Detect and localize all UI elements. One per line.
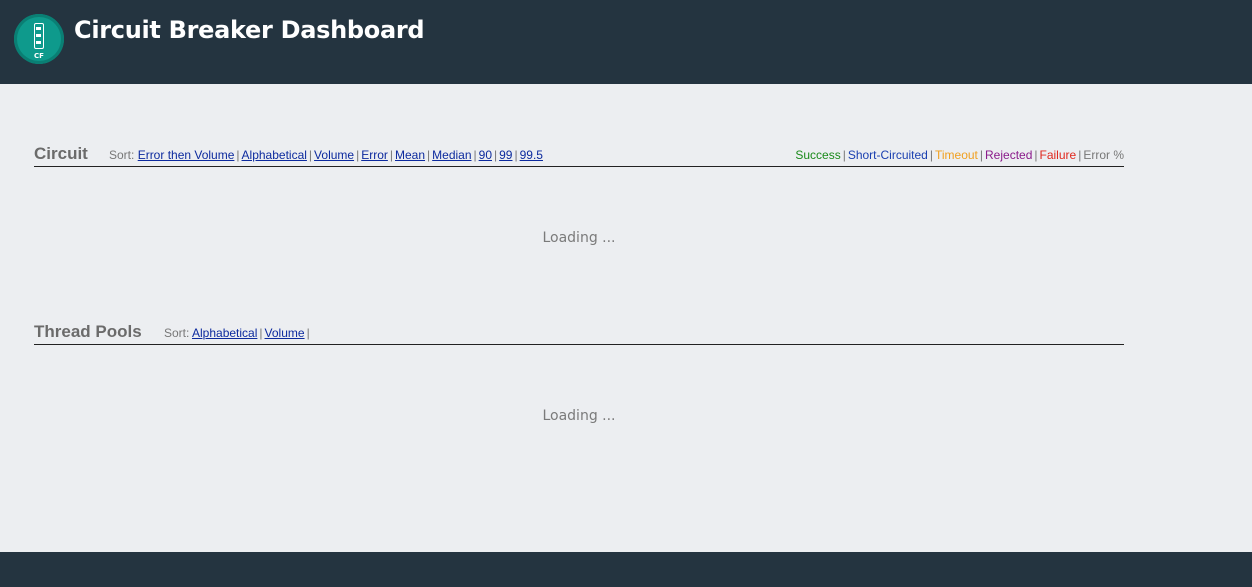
legend-error-percent: Error %: [1083, 148, 1124, 162]
footer-bar: [0, 552, 1252, 587]
header-bar: CF Circuit Breaker Dashboard: [0, 0, 1252, 84]
legend-failure: Failure: [1039, 148, 1077, 162]
circuit-loading-text: Loading ...: [542, 230, 616, 246]
sort-alphabetical-link[interactable]: Alphabetical: [242, 148, 307, 162]
thread-pools-section-header: Thread Pools Sort: Alphabetical | Volume |: [34, 320, 1124, 345]
sort-error-link[interactable]: Error: [361, 148, 388, 162]
sort-99-5-link[interactable]: 99.5: [520, 148, 543, 162]
circuit-section-header: Circuit Sort: Error then Volume | Alphabet…: [34, 142, 1124, 167]
sort-label: Sort:: [164, 326, 190, 340]
logo-icon: CF: [14, 14, 64, 64]
sort-median-link[interactable]: Median: [432, 148, 471, 162]
circuit-legend: Success | Short-Circuited | Timeout | Rejected…: [795, 148, 1124, 162]
circuit-sort-controls: Sort: Error then Volume | Alphabetical | Vol…: [109, 148, 543, 162]
sort-99-link[interactable]: 99: [499, 148, 512, 162]
sort-label: Sort:: [109, 148, 135, 162]
circuit-title: Circuit: [34, 144, 88, 163]
legend-rejected: Rejected: [985, 148, 1033, 162]
sort-volume-link[interactable]: Volume: [265, 326, 305, 340]
sort-mean-link[interactable]: Mean: [395, 148, 425, 162]
legend-short-circuited: Short-Circuited: [847, 148, 928, 162]
thread-pools-sort-controls: Sort: Alphabetical | Volume |: [164, 326, 310, 340]
sort-alphabetical-link[interactable]: Alphabetical: [192, 326, 257, 340]
sort-error-then-volume-link[interactable]: Error then Volume: [138, 148, 235, 162]
app-title: Circuit Breaker Dashboard: [74, 16, 425, 44]
logo-text: CF: [34, 52, 44, 60]
legend-timeout: Timeout: [934, 148, 978, 162]
legend-success: Success: [795, 148, 841, 162]
sort-volume-link[interactable]: Volume: [314, 148, 354, 162]
sort-90-link[interactable]: 90: [479, 148, 492, 162]
thread-pools-title: Thread Pools: [34, 322, 142, 341]
circuit-breaker-icon: [34, 23, 44, 49]
thread-pools-loading-text: Loading ...: [542, 408, 616, 424]
